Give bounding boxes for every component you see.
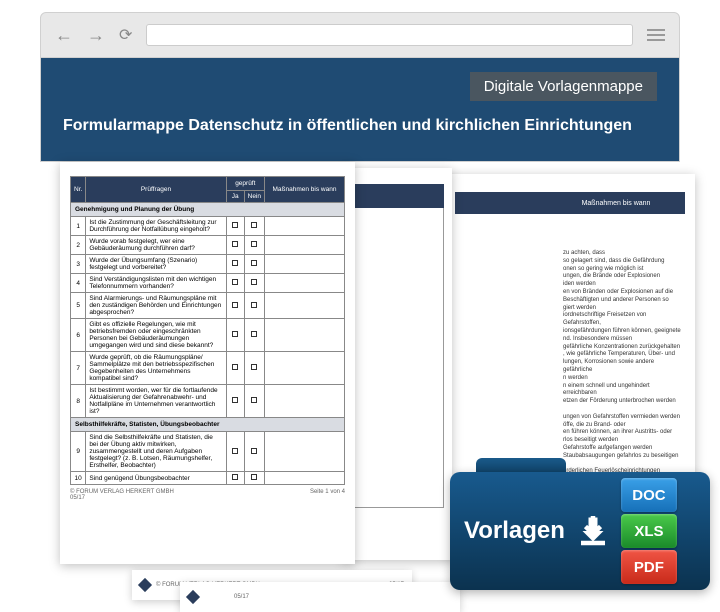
col-nein: Nein	[244, 191, 264, 203]
checkbox-ja[interactable]	[232, 222, 238, 228]
checkbox-ja[interactable]	[232, 364, 238, 370]
table-row: 1Ist die Zustimmung der Geschäftsleitung…	[71, 217, 345, 236]
col-frage: Prüffragen	[86, 177, 226, 203]
checkbox-ja[interactable]	[232, 474, 238, 480]
logo-icon	[138, 578, 152, 592]
document-peek-2: 05/17	[180, 582, 460, 612]
checkbox-nein[interactable]	[251, 364, 257, 370]
checklist-table: Nr. Prüffragen geprüft Maßnahmen bis wan…	[70, 176, 345, 485]
table-row: 8Ist bestimmt worden, wer für die fortla…	[71, 385, 345, 418]
table-row: 4Sind Verständigungslisten mit den wicht…	[71, 274, 345, 293]
table-row: 3Wurde der Übungsumfang (Szenario) festg…	[71, 255, 345, 274]
doc-footer: © FORUM VERLAG HERKERT GMBH Seite 1 von …	[70, 485, 345, 495]
checkbox-ja[interactable]	[232, 302, 238, 308]
page-header: Digitale Vorlagenmappe Formularmappe Dat…	[40, 58, 680, 162]
browser-toolbar: ← → ⟳	[40, 12, 680, 58]
checkbox-nein[interactable]	[251, 241, 257, 247]
document-front: Nr. Prüffragen geprüft Maßnahmen bis wan…	[60, 162, 355, 564]
logo-icon	[186, 590, 200, 604]
table-row: 6Gibt es offizielle Regelungen, wie mit …	[71, 319, 345, 352]
checkbox-nein[interactable]	[251, 474, 257, 480]
checkbox-nein[interactable]	[251, 222, 257, 228]
checkbox-ja[interactable]	[232, 260, 238, 266]
table-row: 9Sind die Selbsthilfekräfte und Statiste…	[71, 432, 345, 472]
section-header: Selbsthilfekräfte, Statisten, Übungsbeob…	[71, 418, 345, 432]
table-row: 2Wurde vorab festgelegt, wer eine Gebäud…	[71, 236, 345, 255]
checkbox-nein[interactable]	[251, 279, 257, 285]
download-icon	[575, 513, 611, 549]
url-input[interactable]	[146, 24, 633, 46]
doc3-col-header: Maßnahmen bis wann	[547, 192, 685, 214]
format-doc[interactable]: DOC	[621, 478, 677, 512]
table-row: 7Wurde geprüft, ob die Räumungspläne/ Sa…	[71, 352, 345, 385]
col-geprueft: geprüft	[226, 177, 264, 191]
document-middle	[342, 168, 452, 560]
col-nr: Nr.	[71, 177, 86, 203]
footer-copyright: © FORUM VERLAG HERKERT GMBH	[70, 489, 174, 495]
section-header: Genehmigung und Planung der Übung	[71, 203, 345, 217]
checkbox-ja[interactable]	[232, 331, 238, 337]
menu-icon[interactable]	[647, 29, 665, 41]
format-badges: DOC XLS PDF	[621, 478, 677, 584]
checkbox-nein[interactable]	[251, 448, 257, 454]
checkbox-ja[interactable]	[232, 448, 238, 454]
doc2-header	[350, 184, 444, 208]
back-icon[interactable]: ←	[55, 25, 73, 46]
table-row: 5Sind Alarmierungs- und Räumungspläne mi…	[71, 293, 345, 319]
checkbox-nein[interactable]	[251, 260, 257, 266]
format-pdf[interactable]: PDF	[621, 550, 677, 584]
checkbox-ja[interactable]	[232, 397, 238, 403]
checkbox-ja[interactable]	[232, 279, 238, 285]
col-massnahmen: Maßnahmen bis wann	[265, 177, 345, 203]
col-ja: Ja	[226, 191, 244, 203]
folder-label: Vorlagen	[464, 517, 565, 545]
footer-page: Seite 1 von 4	[310, 489, 345, 495]
checkbox-nein[interactable]	[251, 331, 257, 337]
checkbox-ja[interactable]	[232, 241, 238, 247]
reload-icon[interactable]: ⟳	[119, 25, 132, 45]
footer-date: 05/17	[70, 495, 345, 501]
page-title: Formularmappe Datenschutz in öffentliche…	[63, 101, 657, 135]
download-folder[interactable]: Vorlagen DOC XLS PDF	[450, 472, 710, 590]
format-xls[interactable]: XLS	[621, 514, 677, 548]
doc3-body-text: zu achten, dass so gelagert sind, dass d…	[563, 224, 685, 484]
forward-icon[interactable]: →	[87, 25, 105, 46]
checkbox-nein[interactable]	[251, 397, 257, 403]
checkbox-nein[interactable]	[251, 302, 257, 308]
table-row: 10Sind genügend Übungsbeobachter	[71, 472, 345, 485]
header-badge: Digitale Vorlagenmappe	[470, 72, 657, 101]
